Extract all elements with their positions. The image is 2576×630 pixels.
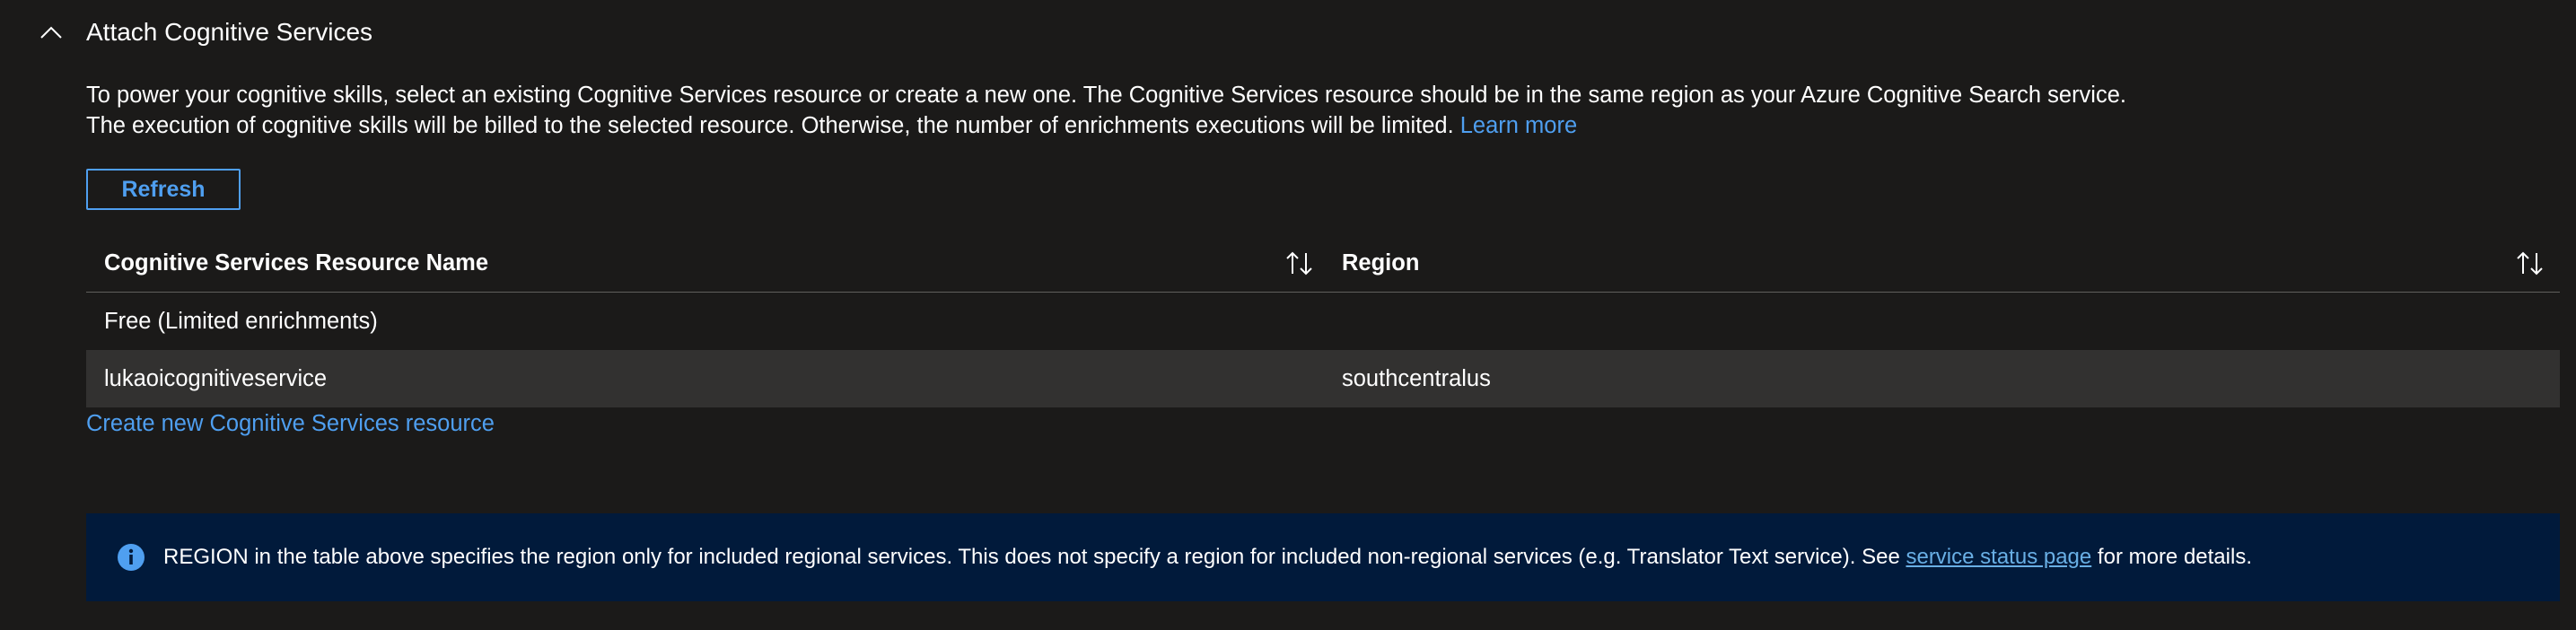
info-message-bar: REGION in the table above specifies the …: [86, 513, 2560, 601]
description: To power your cognitive skills, select a…: [86, 80, 2510, 141]
description-line-1: To power your cognitive skills, select a…: [86, 83, 2126, 108]
table-row[interactable]: Free (Limited enrichments): [86, 293, 2560, 350]
resources-table: Cognitive Services Resource Name Region: [86, 235, 2560, 407]
refresh-button[interactable]: Refresh: [86, 169, 241, 210]
cognitive-services-panel: Attach Cognitive Services To power your …: [0, 0, 2576, 630]
table-cell-name: lukaoicognitiveservice: [104, 365, 328, 391]
table-header: Cognitive Services Resource Name Region: [86, 235, 2560, 293]
info-message: REGION in the table above specifies the …: [163, 545, 2252, 570]
column-header-region-label: Region: [1342, 250, 1420, 276]
info-icon: [117, 543, 145, 572]
info-text-before: REGION in the table above specifies the …: [163, 545, 1900, 569]
sort-icon[interactable]: [1284, 249, 1315, 278]
chevron-up-icon[interactable]: [36, 17, 66, 48]
service-status-link[interactable]: service status page: [1906, 545, 2091, 569]
table-cell-region: southcentralus: [1342, 365, 1491, 391]
sort-icon[interactable]: [2515, 249, 2545, 278]
column-header-region[interactable]: Region: [1324, 235, 2560, 293]
table-cell-name: Free (Limited enrichments): [104, 308, 378, 334]
description-line-2: The execution of cognitive skills will b…: [86, 110, 2510, 141]
info-text-after: for more details.: [2097, 545, 2252, 569]
column-header-name[interactable]: Cognitive Services Resource Name: [86, 235, 1324, 293]
create-resource-link[interactable]: Create new Cognitive Services resource: [86, 411, 495, 437]
description-line-2-text: The execution of cognitive skills will b…: [86, 113, 1454, 138]
learn-more-link[interactable]: Learn more: [1460, 113, 1577, 138]
column-header-name-label: Cognitive Services Resource Name: [104, 250, 489, 276]
section-title: Attach Cognitive Services: [86, 18, 373, 46]
table-row[interactable]: lukaoicognitiveservice southcentralus: [86, 350, 2560, 407]
section-header[interactable]: Attach Cognitive Services: [36, 13, 372, 52]
